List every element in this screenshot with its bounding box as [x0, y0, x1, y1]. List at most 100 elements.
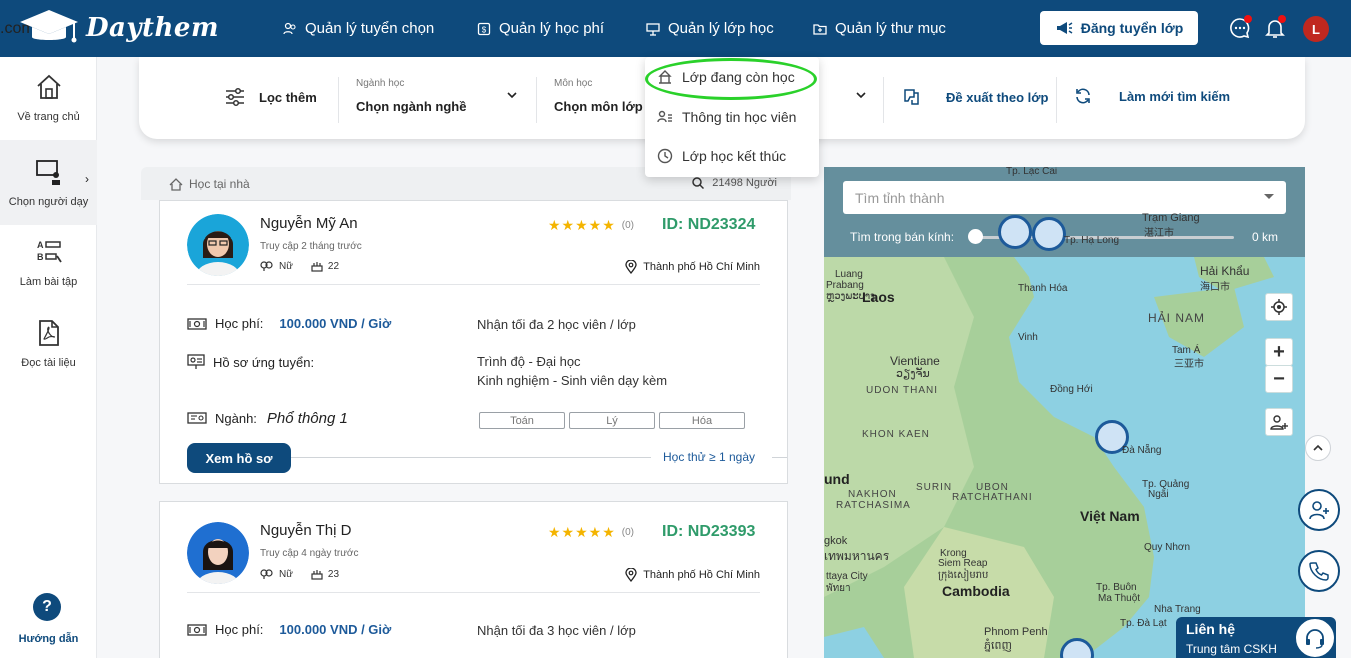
scroll-to-top-button[interactable]: [1305, 435, 1331, 461]
radius-value: 0 km: [1252, 230, 1279, 244]
tutor-map-marker[interactable]: [1032, 217, 1066, 251]
subject-select[interactable]: Môn học Chọn môn lớp: [554, 78, 643, 114]
map-label: Quy Nhơn: [1144, 542, 1191, 553]
sidebar-item-home[interactable]: Về trang chủ: [0, 73, 97, 143]
divider: [883, 77, 884, 123]
zoom-in-button[interactable]: +: [1265, 338, 1293, 366]
nav-folder-management[interactable]: Quản lý thư mục: [813, 0, 946, 57]
subject-tag: Toán: [479, 412, 565, 429]
map-label: 海口市: [1200, 282, 1230, 293]
map-label: Ma Thuột: [1098, 593, 1141, 604]
users-icon: [283, 22, 296, 34]
subject-select-value: Chọn môn lớp: [554, 99, 643, 114]
logo[interactable]: Daythem: [18, 8, 219, 48]
major-select-value: Chọn ngành nghề: [356, 99, 467, 114]
map-label: Tp. Lạc Cai: [1006, 167, 1058, 177]
help-label[interactable]: Hướng dẫn: [0, 633, 97, 645]
suggest-by-class-button[interactable]: Đề xuất theo lớp: [902, 87, 1048, 107]
map-label: Trạm Giang: [1142, 212, 1200, 224]
sidebar-item-label: Đọc tài liệu: [21, 357, 76, 369]
chevron-down-icon[interactable]: [507, 91, 517, 99]
view-profile-button[interactable]: Xem hồ sơ: [187, 443, 291, 473]
major-select[interactable]: Ngành học Chọn ngành nghề: [356, 78, 466, 114]
tutor-id: ID: ND23324: [662, 216, 756, 233]
map[interactable]: Tìm tỉnh thành Tìm trong bán kính: 0 km …: [824, 167, 1305, 658]
logo-text: Daythem: [86, 13, 219, 43]
refresh-search-button[interactable]: Làm mới tìm kiếm: [1074, 87, 1230, 105]
dropdown-arrow-icon: [1264, 194, 1274, 199]
phone-icon: [1309, 562, 1329, 581]
age: 22: [311, 260, 339, 272]
post-class-label: Đăng tuyển lớp: [1080, 20, 1184, 36]
tutor-city: Thành phố Hồ Chí Minh: [625, 568, 760, 582]
user-avatar[interactable]: L: [1303, 16, 1329, 42]
gender-icon: [260, 569, 273, 579]
result-count: 21498 Người: [692, 177, 777, 189]
map-label: ក្រុងសៀមរាប: [938, 570, 989, 581]
sidebar-item-homework[interactable]: AB Làm bài tập: [0, 238, 97, 298]
tutor-card[interactable]: Nguyễn Mỹ An Truy cập 2 tháng trước Nữ 2…: [159, 200, 788, 484]
map-label: Luang: [835, 269, 863, 280]
sidebar: Về trang chủ Chọn người dạy › AB Làm bài…: [0, 57, 97, 658]
home-icon: [36, 74, 61, 99]
search-icon[interactable]: [692, 177, 705, 189]
svg-text:B: B: [37, 252, 44, 262]
nav-recruitment[interactable]: Quản lý tuyển chọn: [283, 0, 434, 57]
tutor-name[interactable]: Nguyễn Mỹ An: [260, 215, 358, 232]
post-class-button[interactable]: Đăng tuyển lớp: [1040, 11, 1198, 45]
map-label: 湛江市: [1144, 228, 1174, 239]
radius-slider-handle[interactable]: [968, 229, 983, 244]
map-label: und: [824, 471, 850, 487]
crosshair-icon: [1271, 299, 1287, 315]
refresh-icon: [1076, 88, 1090, 104]
last-access: Truy cập 2 tháng trước: [260, 241, 362, 252]
register-user-button[interactable]: [1298, 489, 1340, 531]
sidebar-item-choose-tutor[interactable]: Chọn người dạy ›: [0, 140, 97, 225]
rating-count: (0): [621, 527, 634, 538]
contact-support-widget[interactable]: Liên hệ Trung tâm CSKH: [1176, 617, 1336, 658]
province-search-select[interactable]: Tìm tỉnh thành: [843, 181, 1286, 214]
headset-icon-wrapper[interactable]: [1294, 617, 1336, 658]
dropdown-item-student-info[interactable]: Thông tin học viên: [657, 109, 796, 125]
tutor-card[interactable]: Nguyễn Thị D Truy cập 4 ngày trước Nữ 23…: [159, 501, 788, 658]
notification-dot: [1278, 15, 1286, 23]
add-user-map-button[interactable]: [1265, 408, 1293, 436]
map-label: ភ្នំពេញ: [984, 640, 1012, 652]
zoom-out-button[interactable]: −: [1265, 365, 1293, 393]
more-filter-label: Lọc thêm: [259, 89, 317, 105]
map-label: RATCHATHANI: [952, 492, 1033, 503]
profile-row: Hồ sơ ứng tuyển:: [187, 354, 314, 370]
cake-icon: [311, 262, 323, 272]
nav-tuition[interactable]: $ Quản lý học phí: [477, 0, 604, 57]
category-home-tutoring[interactable]: Học tại nhà: [169, 177, 250, 191]
phone-call-button[interactable]: [1298, 550, 1340, 592]
gender: Nữ: [260, 568, 293, 580]
locate-me-button[interactable]: [1265, 293, 1293, 321]
tutor-meta: Nữ 23: [260, 568, 339, 580]
fee-value: 100.000 VND / Giờ: [279, 316, 392, 331]
dropdown-item-ended-classes[interactable]: Lớp học kết thúc: [657, 148, 786, 164]
age: 23: [311, 568, 339, 580]
headset-icon: [1306, 629, 1324, 649]
graduation-cap-icon: [20, 10, 78, 43]
more-filter-button[interactable]: Lọc thêm: [225, 87, 317, 107]
gender: Nữ: [260, 260, 293, 272]
rating-stars: ★★★★★ (0): [548, 217, 634, 233]
quiz-icon: AB: [37, 240, 62, 263]
house-icon: [169, 177, 183, 191]
divider: [187, 284, 760, 285]
megaphone-icon: [1056, 22, 1073, 34]
map-label: Hải Khẩu: [1200, 264, 1250, 278]
help-icon[interactable]: ?: [33, 593, 61, 621]
map-label: พัทยา: [826, 583, 851, 594]
user-plus-icon: [1270, 415, 1288, 430]
tutor-name[interactable]: Nguyễn Thị D: [260, 522, 351, 539]
tutor-photo: [187, 522, 249, 584]
sidebar-item-documents[interactable]: Đọc tài liệu: [0, 319, 97, 379]
tutor-map-marker[interactable]: [998, 215, 1032, 249]
nav-class-management[interactable]: Quản lý lớp học: [646, 0, 774, 57]
map-label: Prabang: [826, 280, 864, 291]
map-label: Ngãi: [1148, 489, 1169, 500]
money-icon: [187, 623, 207, 636]
chevron-down-icon[interactable]: [856, 91, 866, 99]
